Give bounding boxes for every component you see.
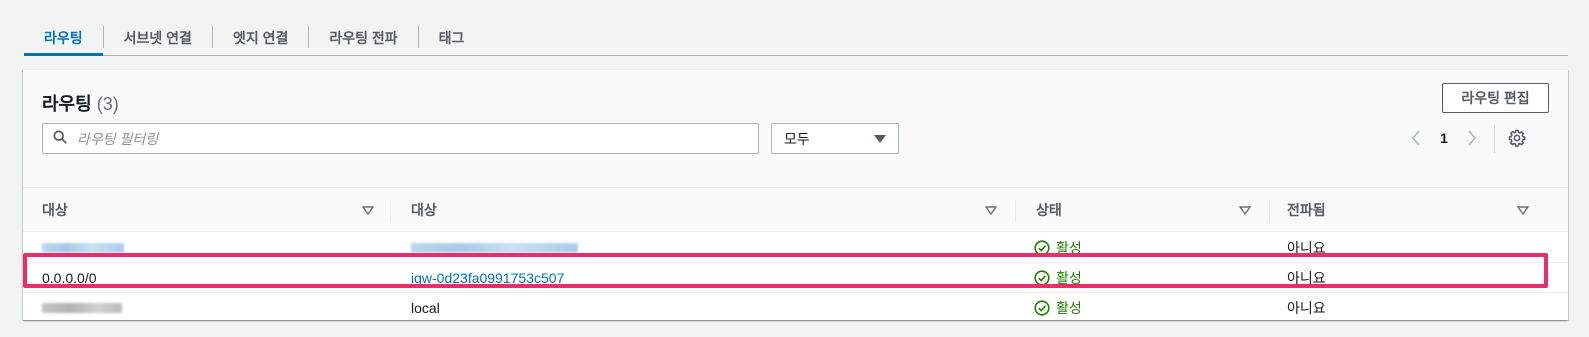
destination-cell: 0.0.0.0/0 bbox=[42, 270, 97, 286]
chevron-right-icon[interactable] bbox=[1462, 128, 1482, 148]
check-circle-icon bbox=[1034, 300, 1050, 316]
status-text: 활성 bbox=[1056, 240, 1082, 256]
target-cell: local bbox=[411, 300, 440, 316]
column-header-destination[interactable]: 대상 bbox=[42, 188, 374, 232]
table-header: 대상 대상 상태 전파됨 bbox=[23, 188, 1568, 232]
sort-caret-icon[interactable] bbox=[362, 204, 374, 216]
panel-header: 라우팅 (3) 라우팅 편집 모두 1 bbox=[23, 70, 1568, 188]
filter-select-value: 모두 bbox=[784, 130, 810, 147]
panel-title-text: 라우팅 bbox=[42, 94, 92, 114]
column-header-label: 전파됨 bbox=[1287, 202, 1326, 218]
column-divider bbox=[390, 200, 391, 222]
propagated-cell: 아니요 bbox=[1287, 300, 1326, 316]
pagination: 1 bbox=[1406, 128, 1482, 148]
check-circle-icon bbox=[1034, 240, 1050, 256]
gear-icon[interactable] bbox=[1508, 129, 1526, 147]
column-header-label: 대상 bbox=[42, 202, 68, 218]
route-count: (3) bbox=[96, 94, 119, 114]
search-box[interactable] bbox=[42, 123, 759, 154]
check-circle-icon bbox=[1034, 270, 1050, 286]
tab-routes[interactable]: 라우팅 bbox=[24, 18, 103, 56]
tab-subnet-associations[interactable]: 서브넷 연결 bbox=[104, 18, 212, 55]
panel-title: 라우팅 (3) bbox=[42, 90, 119, 116]
destination-cell bbox=[42, 293, 122, 323]
column-header-label: 대상 bbox=[411, 202, 437, 218]
redacted-destination bbox=[42, 303, 122, 313]
pager-divider bbox=[1494, 125, 1495, 153]
status-cell: 활성 bbox=[1034, 263, 1082, 293]
target-link[interactable]: igw-0d23fa0991753c507 bbox=[411, 263, 564, 293]
search-icon bbox=[53, 130, 67, 147]
tab-tags[interactable]: 태그 bbox=[419, 18, 485, 55]
tab-edge-associations[interactable]: 엣지 연결 bbox=[213, 18, 308, 55]
column-header-target[interactable]: 대상 bbox=[411, 188, 997, 232]
caret-down-icon bbox=[874, 134, 886, 143]
filter-select[interactable]: 모두 bbox=[771, 123, 899, 154]
sort-caret-icon[interactable] bbox=[985, 204, 997, 216]
table-row[interactable]: 0.0.0.0/0 igw-0d23fa0991753c507 활성 아니요 bbox=[23, 263, 1568, 293]
status-cell: 활성 bbox=[1034, 233, 1082, 263]
destination-cell bbox=[42, 233, 124, 263]
sort-caret-icon[interactable] bbox=[1239, 204, 1251, 216]
chevron-left-icon[interactable] bbox=[1406, 128, 1426, 148]
redacted-destination bbox=[42, 243, 124, 253]
table-row[interactable]: 활성 아니요 bbox=[23, 233, 1568, 263]
column-header-propagated[interactable]: 전파됨 bbox=[1287, 188, 1529, 232]
edit-routes-button[interactable]: 라우팅 편집 bbox=[1442, 83, 1549, 113]
status-text: 활성 bbox=[1056, 270, 1082, 286]
status-cell: 활성 bbox=[1034, 293, 1082, 323]
page-number[interactable]: 1 bbox=[1426, 130, 1462, 146]
redacted-target bbox=[411, 243, 578, 253]
search-input[interactable] bbox=[77, 130, 677, 147]
column-divider bbox=[1269, 200, 1270, 222]
propagated-cell: 아니요 bbox=[1287, 270, 1326, 286]
column-divider bbox=[1015, 200, 1016, 222]
sort-caret-icon[interactable] bbox=[1517, 204, 1529, 216]
column-header-status[interactable]: 상태 bbox=[1036, 188, 1251, 232]
target-cell bbox=[411, 233, 578, 263]
routes-panel: 라우팅 (3) 라우팅 편집 모두 1 bbox=[23, 69, 1568, 320]
status-text: 활성 bbox=[1056, 300, 1082, 316]
table-row[interactable]: local 활성 아니요 bbox=[23, 293, 1568, 323]
tab-route-propagation[interactable]: 라우팅 전파 bbox=[309, 18, 417, 55]
tab-bar: 라우팅 서브넷 연결 엣지 연결 라우팅 전파 태그 bbox=[24, 18, 1568, 56]
propagated-cell: 아니요 bbox=[1287, 240, 1326, 256]
column-header-label: 상태 bbox=[1036, 202, 1062, 218]
